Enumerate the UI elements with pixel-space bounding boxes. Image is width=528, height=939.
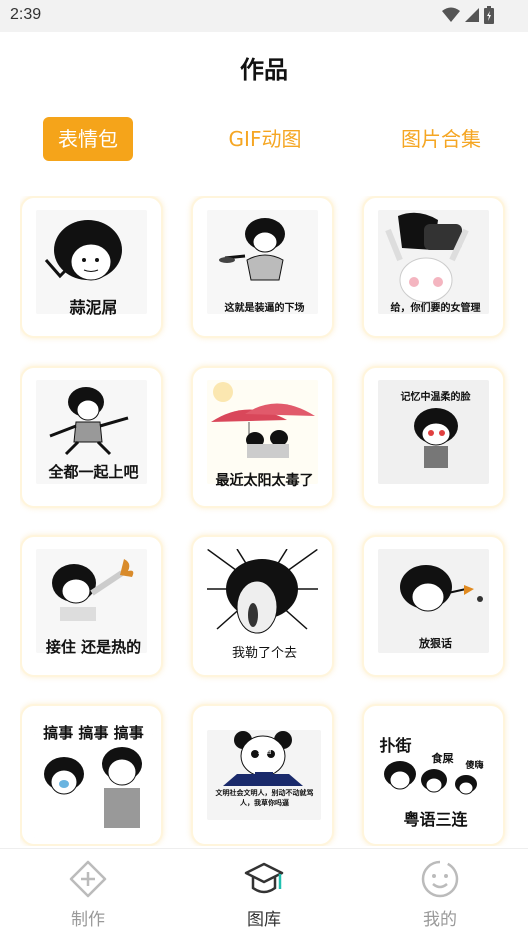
meme-caption: 我勒了个去	[231, 646, 297, 661]
meme-card[interactable]: 放狠话	[362, 535, 505, 677]
meme-image	[207, 380, 318, 484]
meme-card[interactable]: 接住 还是热的	[20, 535, 163, 677]
meme-card[interactable]: 扑街 食屎 傻嗨 粤语三连	[362, 704, 505, 846]
status-icons	[442, 6, 494, 24]
meme-card[interactable]: 蒜泥屌	[20, 196, 163, 338]
gallery-icon	[244, 862, 284, 894]
meme-caption: 放狠话	[419, 637, 452, 650]
meme-card[interactable]: 最近太阳太毒了	[191, 366, 334, 508]
status-bar: 2:39	[0, 0, 528, 32]
meme-caption: 搞事 搞事 搞事	[43, 724, 144, 742]
meme-image	[207, 549, 318, 653]
meme-caption-3: 傻嗨	[465, 761, 484, 771]
meme-card[interactable]: 全都一起上吧	[20, 366, 163, 508]
nav-item-profile[interactable]: 我的	[380, 859, 500, 930]
meme-card[interactable]: 搞事 搞事 搞事	[20, 704, 163, 846]
meme-grid: 蒜泥屌 这就是装逼的下场 给，你们要的女管理 全都一起上吧 最近太阳太毒了 记忆…	[20, 196, 510, 846]
cell-signal-icon	[465, 8, 479, 22]
meme-caption-4: 粤语三连	[403, 810, 468, 829]
wifi-icon	[442, 7, 460, 22]
tab-emoji-pack[interactable]: 表情包	[43, 117, 133, 161]
meme-caption: 给，你们要的女管理	[390, 303, 481, 314]
nav-label-profile: 我的	[423, 910, 457, 930]
status-time: 2:39	[10, 6, 42, 23]
category-tabs: 表情包 GIF动图 图片合集	[0, 117, 528, 163]
meme-card[interactable]: 熊猫 文明社会文明人，别动不动就骂人，我草你吗逼	[191, 704, 334, 846]
meme-caption: 接住 还是热的	[45, 638, 142, 656]
meme-caption: 记忆中温柔的脸	[400, 392, 471, 403]
nav-label-gallery: 图库	[247, 910, 281, 930]
nav-item-gallery[interactable]: 图库	[204, 859, 324, 930]
meme-caption: 全都一起上吧	[48, 463, 139, 481]
nav-item-create[interactable]: 制作	[28, 859, 148, 930]
meme-caption: 最近太阳太毒了	[215, 473, 314, 489]
meme-caption: 文明社会文明人，别动不动就骂人，我草你吗逼	[215, 789, 314, 807]
meme-badge: 熊猫	[257, 747, 272, 755]
page-title: 作品	[240, 56, 288, 84]
battery-icon	[484, 6, 494, 24]
meme-image	[34, 734, 153, 838]
tab-gif[interactable]: GIF动图	[218, 117, 312, 161]
meme-caption: 这就是装逼的下场	[224, 303, 305, 314]
nav-label-create: 制作	[71, 910, 105, 930]
meme-card[interactable]: 我勒了个去	[191, 535, 334, 677]
meme-card[interactable]: 给，你们要的女管理	[362, 196, 505, 338]
meme-card[interactable]: 这就是装逼的下场	[191, 196, 334, 338]
bottom-nav: 制作 图库 我的	[0, 848, 528, 939]
meme-caption: 蒜泥屌	[69, 298, 118, 317]
tab-image-collection[interactable]: 图片合集	[394, 117, 488, 161]
profile-icon	[421, 860, 459, 898]
create-icon	[69, 860, 107, 898]
meme-card[interactable]: 记忆中温柔的脸	[362, 366, 505, 508]
